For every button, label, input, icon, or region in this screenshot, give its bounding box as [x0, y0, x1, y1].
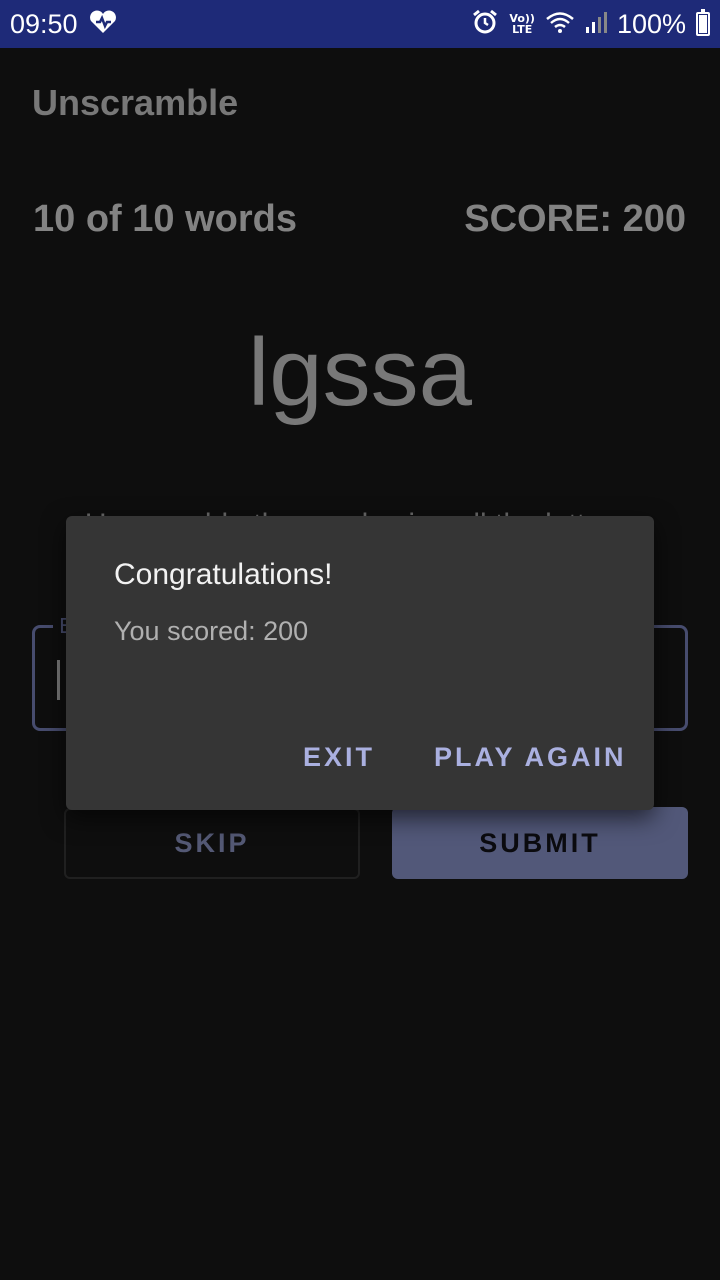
signal-icon [585, 10, 607, 38]
dialog-message: You scored: 200 [114, 616, 309, 646]
alarm-icon [471, 8, 499, 40]
status-bar: 09:50 Vo)) LTE 100% [0, 0, 720, 48]
wifi-icon [545, 10, 575, 38]
status-time: 09:50 [10, 8, 78, 39]
health-heart-icon [88, 9, 118, 39]
volte-bottom-label: LTE [512, 23, 533, 36]
battery-fill [699, 15, 707, 33]
volte-indicator: Vo)) LTE [509, 13, 535, 35]
play-again-button[interactable]: PLAY AGAIN [434, 742, 627, 773]
score-dialog: Congratulations! You scored: 200 EXIT PL… [66, 516, 654, 810]
status-bar-left: 09:50 [10, 9, 118, 40]
exit-button[interactable]: EXIT [303, 742, 375, 773]
status-bar-right: Vo)) LTE 100% [471, 8, 710, 40]
dialog-title: Congratulations! [114, 558, 333, 591]
battery-percent: 100% [616, 8, 686, 39]
battery-icon [696, 9, 710, 36]
